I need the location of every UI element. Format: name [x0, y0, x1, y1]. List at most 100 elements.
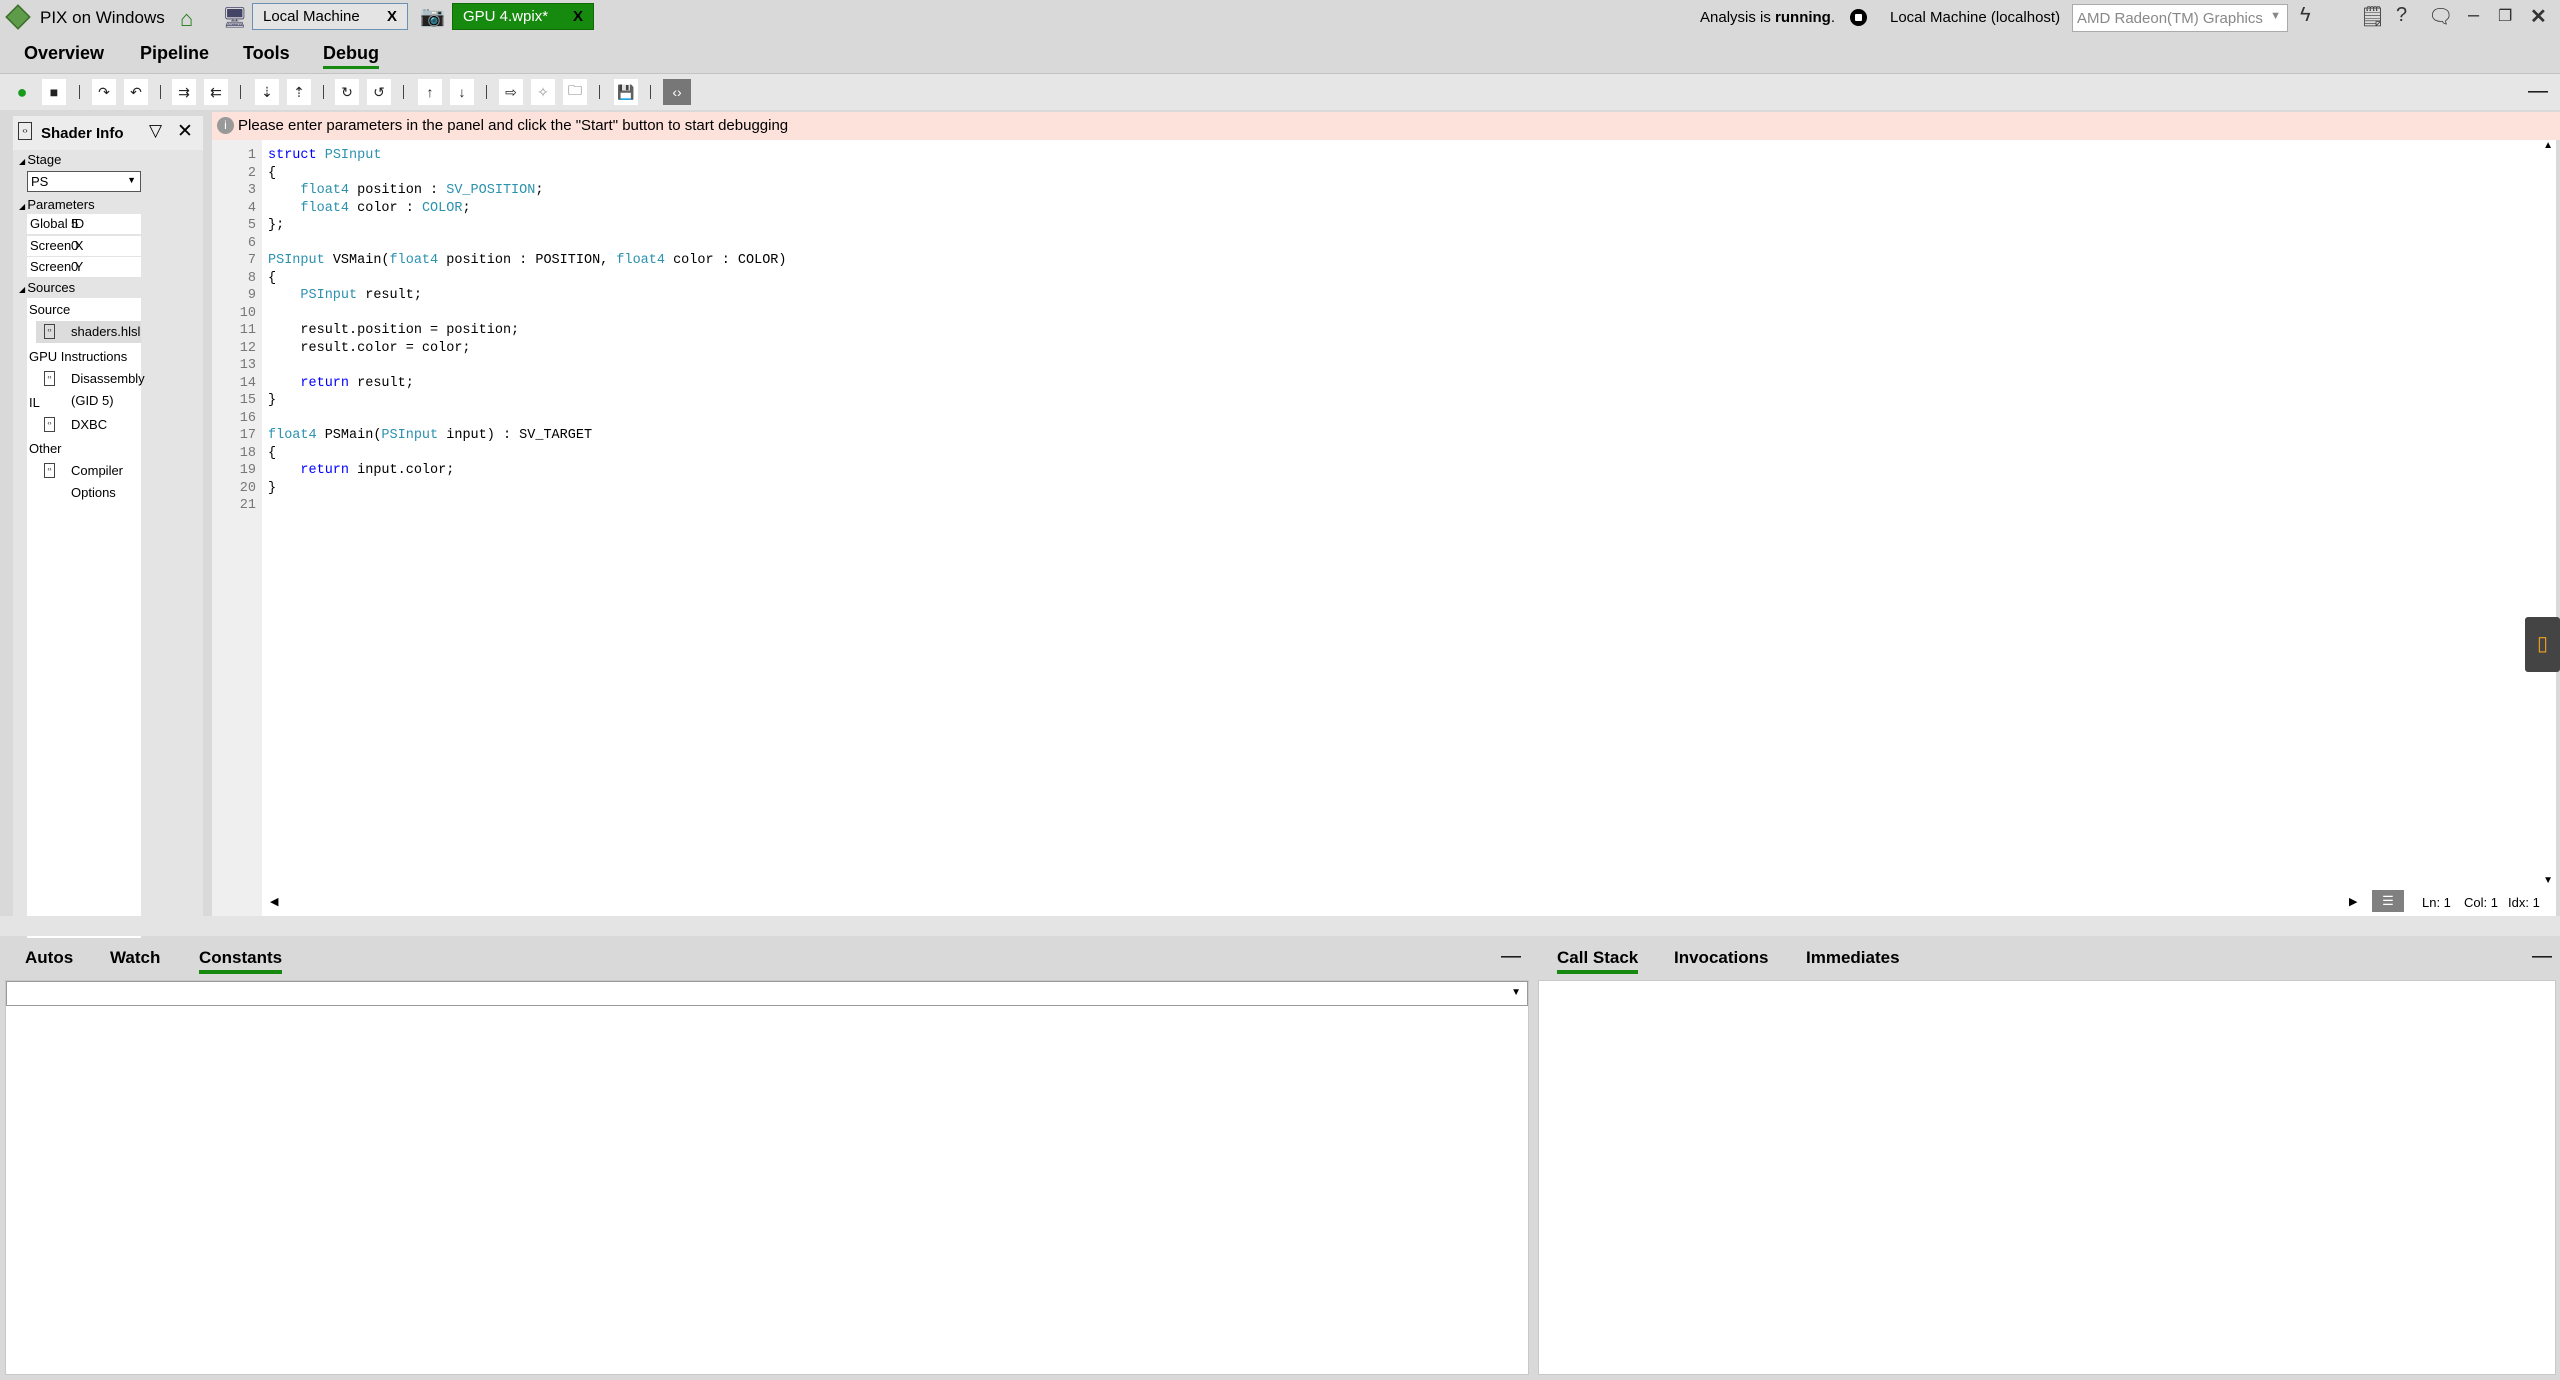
- tab-autos[interactable]: Autos: [25, 948, 73, 968]
- run-forward-icon[interactable]: ⇉: [172, 79, 196, 105]
- param-screen-x[interactable]: Screen X0: [27, 236, 141, 256]
- code-token: PSInput: [381, 428, 439, 443]
- tab-immediates[interactable]: Immediates: [1806, 948, 1900, 968]
- source-file-icon[interactable]: ‹›: [663, 79, 691, 105]
- close-window-icon[interactable]: ✕: [2530, 4, 2547, 29]
- code-line[interactable]: 15}: [212, 392, 787, 410]
- start-icon[interactable]: ●: [10, 79, 34, 105]
- code-line[interactable]: 12 result.color = color;: [212, 340, 787, 358]
- tab-overview[interactable]: Overview: [24, 43, 104, 64]
- up-icon[interactable]: ↑: [418, 79, 442, 105]
- parameters-section[interactable]: Parameters: [19, 197, 94, 212]
- source-file-item[interactable]: ‹› shaders.hlsl: [36, 321, 141, 343]
- code-line[interactable]: 16: [212, 410, 787, 428]
- step-into-icon[interactable]: ⇣: [255, 79, 279, 105]
- code-token: PSMain(: [316, 428, 382, 443]
- splitter[interactable]: [0, 916, 2560, 936]
- computer-icon[interactable]: 🖥: [222, 5, 247, 30]
- step-back-icon[interactable]: ↶: [124, 79, 148, 105]
- minimize-panel-icon[interactable]: —: [2528, 80, 2548, 103]
- code-line[interactable]: 9 PSInput result;: [212, 287, 787, 305]
- lightning-icon[interactable]: ϟ: [2300, 4, 2311, 27]
- code-editor[interactable]: 1 struct PSInput 2{3 float4 position : SV_…: [212, 140, 2556, 916]
- sparkle-icon[interactable]: ✧: [531, 79, 555, 105]
- go-to-icon[interactable]: ⇨: [499, 79, 523, 105]
- code-token: };: [268, 218, 285, 233]
- param-screen-y[interactable]: Screen Y0: [27, 257, 141, 277]
- code-line[interactable]: 3 float4 position : SV_POSITION;: [212, 182, 787, 200]
- down-icon[interactable]: ↓: [450, 79, 474, 105]
- code-line[interactable]: 8{: [212, 270, 787, 288]
- home-icon[interactable]: ⌂: [180, 6, 193, 32]
- source-file-item[interactable]: ‹› Compiler Options: [27, 460, 141, 500]
- code-line[interactable]: 11 result.position = position;: [212, 322, 787, 340]
- file-icon: ‹›: [44, 371, 55, 386]
- code-line[interactable]: 6: [212, 235, 787, 253]
- close-icon[interactable]: X: [387, 8, 397, 25]
- tab-invocations[interactable]: Invocations: [1674, 948, 1768, 968]
- close-icon[interactable]: X: [573, 8, 583, 25]
- scroll-left-icon[interactable]: ◀: [270, 895, 278, 908]
- vertical-scrollbar[interactable]: ▲ ▼: [2540, 140, 2556, 916]
- code-line[interactable]: 5};: [212, 217, 787, 235]
- code-line[interactable]: 14 return result;: [212, 375, 787, 393]
- code-line[interactable]: 18 {: [212, 445, 787, 463]
- sources-section[interactable]: Sources: [19, 280, 75, 295]
- code-line[interactable]: 20}: [212, 480, 787, 498]
- code-line[interactable]: 2{: [212, 165, 787, 183]
- code-line[interactable]: 10: [212, 305, 787, 323]
- feedback-icon[interactable]: 🗨: [2428, 4, 2453, 29]
- tab-local-machine[interactable]: Local Machine X: [252, 3, 408, 30]
- help-icon[interactable]: ?: [2396, 4, 2407, 27]
- source-file-item[interactable]: ‹› DXBC: [27, 414, 141, 436]
- code-token: input) : SV_TARGET: [438, 428, 593, 443]
- close-icon[interactable]: ✕: [177, 120, 193, 143]
- gpu-select[interactable]: AMD Radeon(TM) Graphics ▼: [2072, 4, 2288, 32]
- tab-constants[interactable]: Constants: [199, 948, 283, 974]
- tab-tools[interactable]: Tools: [243, 43, 290, 64]
- code-line[interactable]: 7 PSInput VSMain(float4 position : POSITI…: [212, 252, 787, 270]
- line-number: 7: [247, 253, 256, 268]
- stage-select[interactable]: PS ▼: [27, 171, 141, 192]
- stop-analysis-icon[interactable]: [1850, 9, 1867, 26]
- code-token: result;: [357, 288, 422, 303]
- code-line[interactable]: 21: [212, 497, 787, 515]
- tab-watch[interactable]: Watch: [110, 948, 160, 968]
- code-line[interactable]: 19 return input.color;: [212, 462, 787, 480]
- code-line[interactable]: 4 float4 color : COLOR;: [212, 200, 787, 218]
- stop-icon[interactable]: ■: [42, 79, 66, 105]
- step-over-icon[interactable]: ↻: [335, 79, 359, 105]
- source-label: Source: [29, 302, 71, 317]
- code-line[interactable]: 13: [212, 357, 787, 375]
- open-folder-icon[interactable]: 🗀: [563, 79, 587, 105]
- tab-pipeline[interactable]: Pipeline: [140, 43, 209, 64]
- code-line[interactable]: 17 float4 PSMain(PSInput input) : SV_TARG…: [212, 427, 787, 445]
- filter-icon[interactable]: ▽: [149, 121, 162, 141]
- constants-select[interactable]: ▼: [6, 981, 1528, 1006]
- step-forward-icon[interactable]: ↷: [92, 79, 116, 105]
- notes-icon[interactable]: 🗒: [2360, 4, 2385, 29]
- source-file-item[interactable]: ‹› Disassembly (GID 5): [27, 368, 145, 408]
- tab-gpu-capture[interactable]: GPU 4.wpix* X: [452, 3, 594, 30]
- step-out-icon[interactable]: ⇡: [287, 79, 311, 105]
- chevron-down-icon: ▼: [2270, 10, 2281, 22]
- minimize-panel-icon[interactable]: —: [1501, 945, 1521, 968]
- capture-camera-icon[interactable]: 📷: [420, 4, 445, 29]
- restore-icon[interactable]: ❐: [2498, 6, 2512, 26]
- minimize-icon[interactable]: –: [2468, 4, 2479, 27]
- save-icon[interactable]: 💾: [614, 79, 638, 105]
- code-view[interactable]: 1 struct PSInput 2{3 float4 position : SV_…: [212, 147, 787, 515]
- outline-toggle-icon[interactable]: ☰: [2372, 890, 2404, 912]
- stage-section[interactable]: Stage: [19, 152, 61, 167]
- code-line[interactable]: 1 struct PSInput: [212, 147, 787, 165]
- scroll-right-icon[interactable]: ▶: [2349, 895, 2357, 908]
- step-over-back-icon[interactable]: ↺: [367, 79, 391, 105]
- minimize-panel-icon[interactable]: —: [2532, 945, 2552, 968]
- tab-call-stack[interactable]: Call Stack: [1557, 948, 1639, 974]
- run-back-icon[interactable]: ⇇: [204, 79, 228, 105]
- usb-device-icon[interactable]: ▯: [2525, 617, 2560, 672]
- code-token: float4: [300, 200, 350, 216]
- tab-debug[interactable]: Debug: [323, 43, 379, 69]
- param-global-id[interactable]: Global ID 5: [27, 214, 141, 234]
